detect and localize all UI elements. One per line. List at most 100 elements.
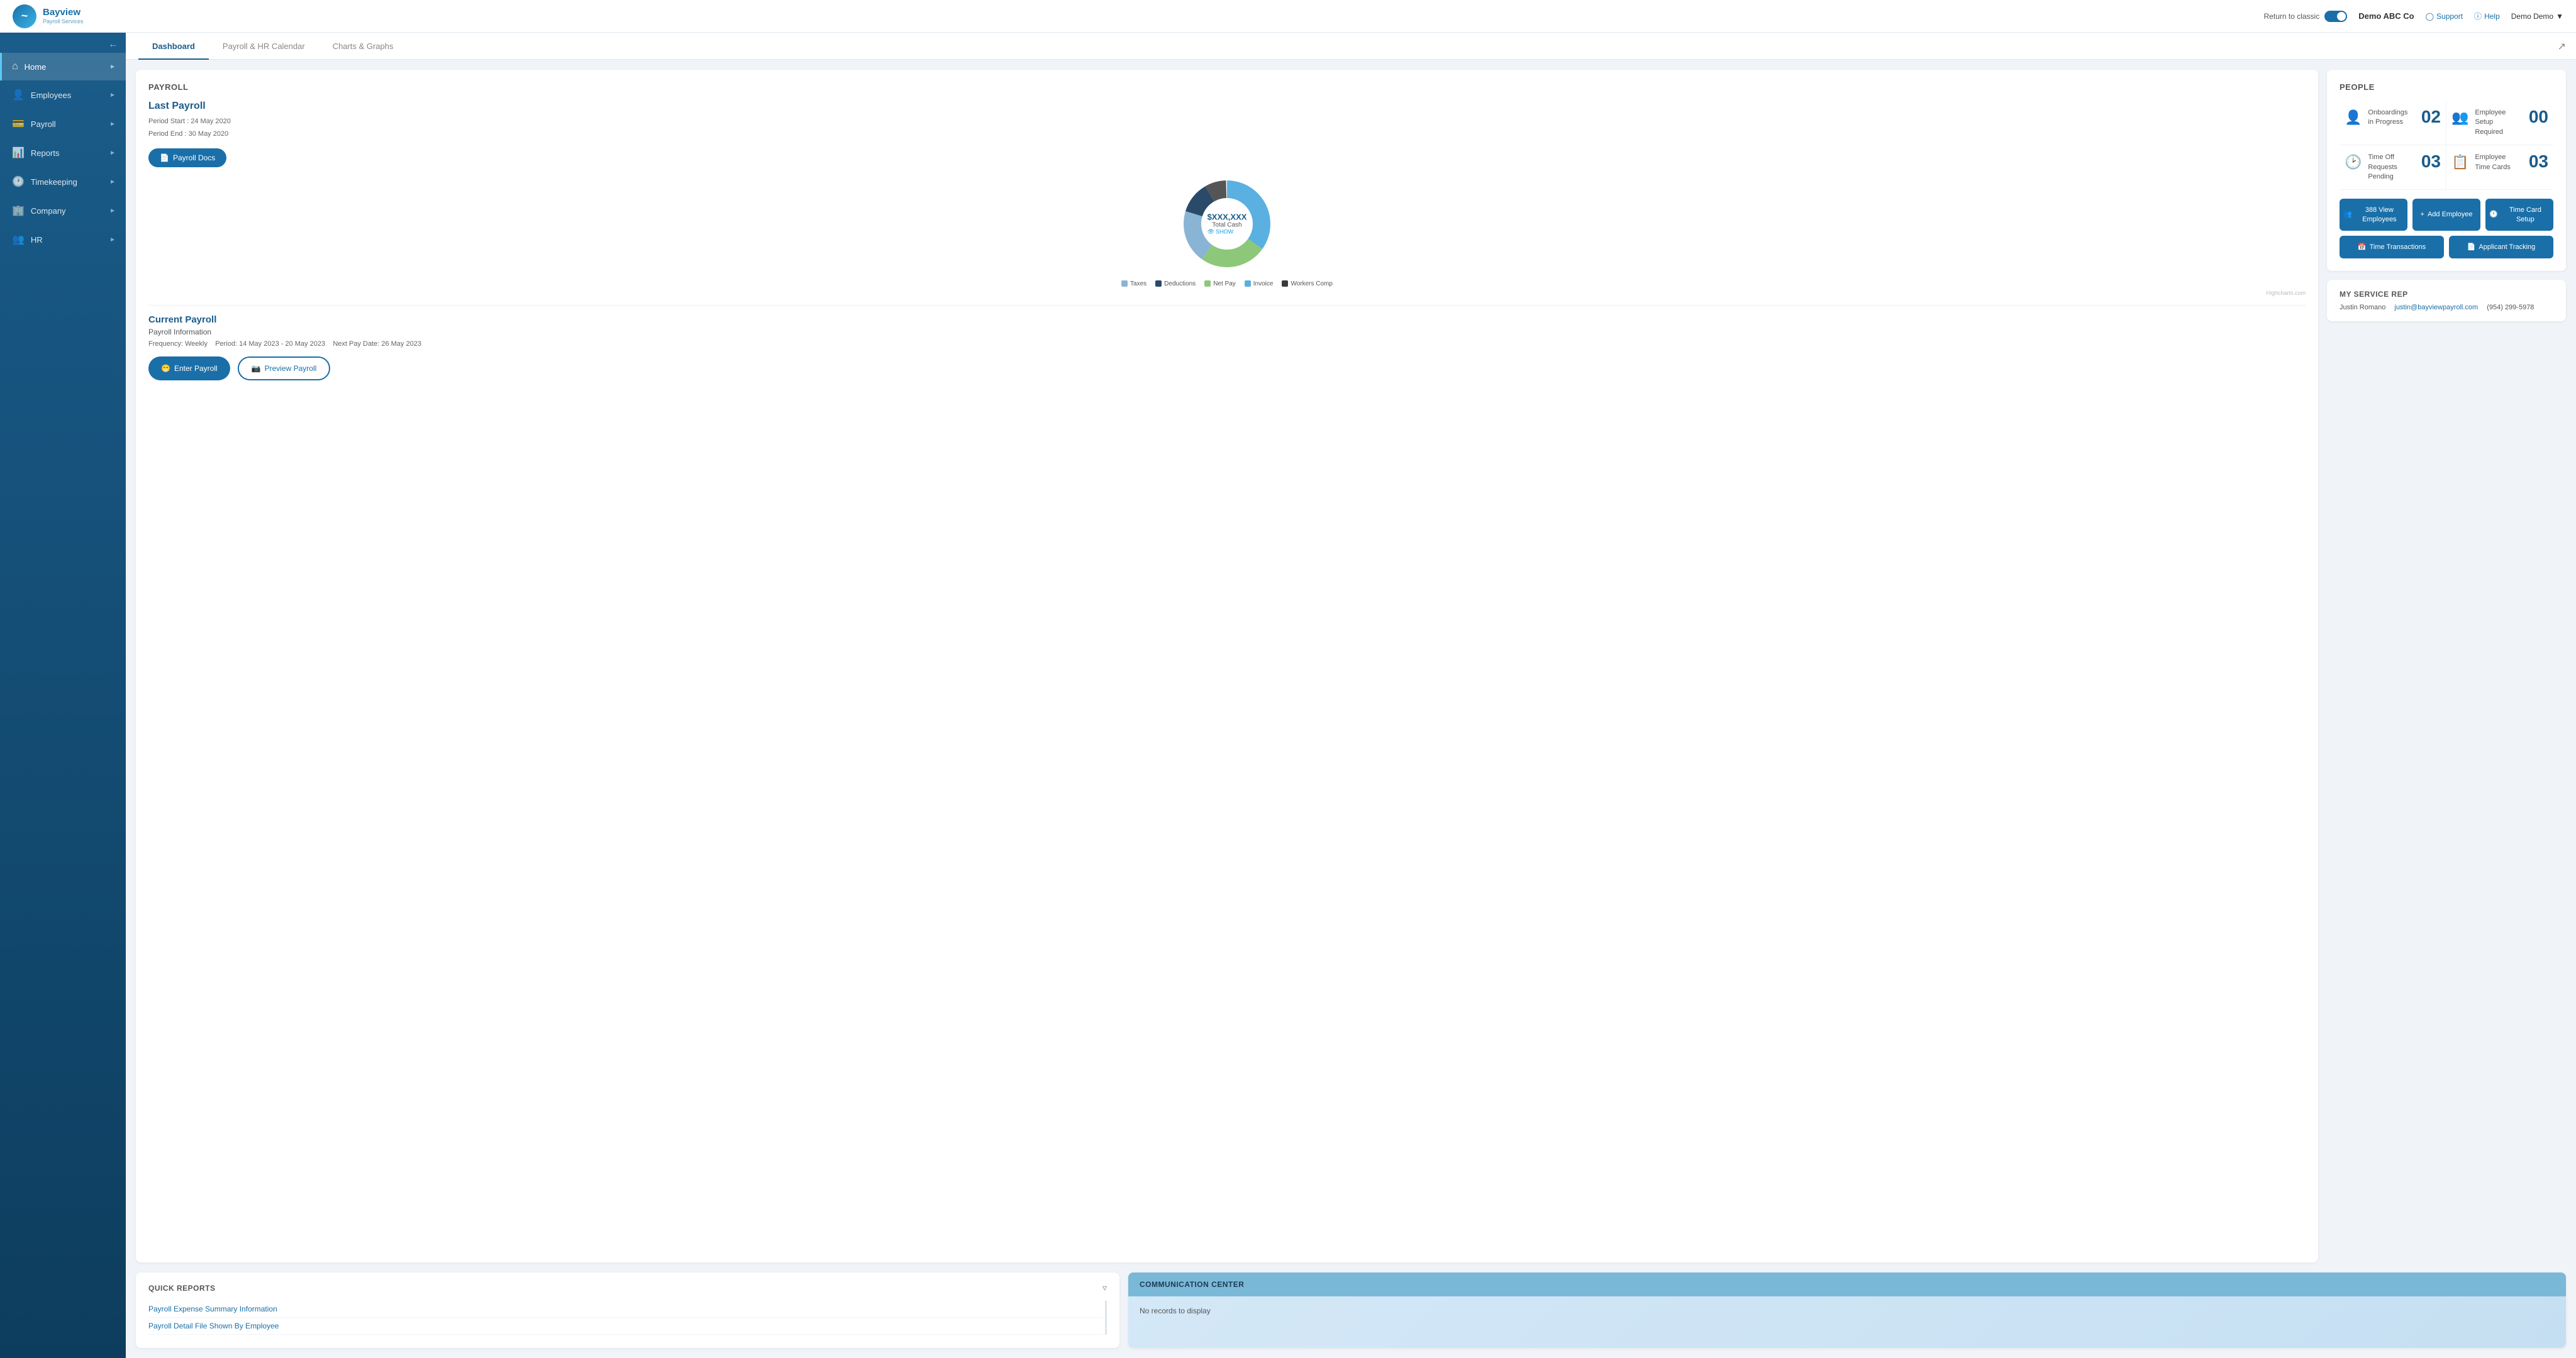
chart-legend: Taxes Deductions Net Pay Invoice: [148, 280, 2306, 287]
taxes-color: [1121, 280, 1128, 287]
tab-dashboard[interactable]: Dashboard: [138, 33, 209, 60]
current-payroll-title: Current Payroll: [148, 314, 2306, 325]
sidebar-collapse-area: ←: [0, 33, 126, 53]
payroll-docs-button[interactable]: 📄 Payroll Docs: [148, 148, 226, 167]
timekeeping-chevron-icon: ►: [109, 179, 116, 185]
time-cards-value: 03: [2529, 153, 2548, 170]
payroll-section-title: PAYROLL: [148, 82, 2306, 92]
time-card-setup-label: Time Card Setup: [2501, 206, 2550, 224]
content-area: Dashboard Payroll & HR Calendar Charts &…: [126, 33, 2576, 1358]
preview-payroll-icon: 📷: [252, 364, 261, 373]
sidebar-item-payroll[interactable]: 💳 Payroll ►: [0, 109, 126, 138]
right-panel: PEOPLE 👤 Onboardings in Progress 02 👥: [2327, 70, 2566, 1262]
sidebar-item-hr[interactable]: 👥 HR ►: [0, 225, 126, 254]
sidebar: ← ⌂ Home ► 👤 Employees ► 💳 Payroll ►: [0, 33, 126, 1358]
comm-center-section: COMMUNICATION CENTER No records to displ…: [1128, 1272, 2566, 1348]
legend-deductions: Deductions: [1155, 280, 1196, 287]
expand-button[interactable]: ↗: [2558, 40, 2566, 53]
sidebar-collapse-button[interactable]: ←: [108, 39, 118, 50]
tab-payroll-hr-calendar[interactable]: Payroll & HR Calendar: [209, 33, 319, 60]
deductions-color: [1155, 280, 1162, 287]
last-payroll-title: Last Payroll: [148, 101, 2306, 112]
donut-show[interactable]: 👁 SHOW: [1208, 228, 1247, 235]
onboardings-value: 02: [2421, 108, 2441, 126]
add-employee-icon: +: [2421, 210, 2424, 219]
time-transactions-button[interactable]: 📅 Time Transactions: [2340, 236, 2444, 258]
time-card-setup-button[interactable]: 🕐 Time Card Setup: [2485, 199, 2553, 231]
quick-report-item-2[interactable]: Payroll Detail File Shown By Employee: [148, 1318, 1102, 1335]
hr-icon: 👥: [12, 233, 25, 246]
sidebar-label-employees: Employees: [31, 91, 71, 100]
time-off-label: Time Off Requests Pending: [2368, 153, 2414, 182]
employee-setup-icon: 👥: [2451, 109, 2468, 126]
support-icon: ◯: [2426, 12, 2434, 21]
highcharts-credit: Highcharts.com: [148, 290, 2306, 296]
company-name: Demo ABC Co: [2358, 11, 2414, 21]
employees-icon: 👤: [12, 89, 25, 101]
sidebar-item-reports[interactable]: 📊 Reports ►: [0, 138, 126, 167]
payroll-section: PAYROLL Last Payroll Period Start : 24 M…: [136, 70, 2318, 1262]
view-employees-button[interactable]: 👥 388 View Employees: [2340, 199, 2407, 231]
period-value: Period: 14 May 2023 - 20 May 2023: [215, 340, 325, 348]
filter-icon[interactable]: ▿: [1102, 1283, 1107, 1293]
sidebar-label-hr: HR: [31, 235, 43, 245]
reports-chevron-icon: ►: [109, 150, 116, 157]
invoice-label: Invoice: [1253, 280, 1274, 287]
sidebar-label-timekeeping: Timekeeping: [31, 177, 77, 187]
payroll-docs-icon: 📄: [160, 153, 169, 162]
stat-employee-setup: 👥 Employee Setup Required 00: [2446, 101, 2553, 145]
employees-chevron-icon: ►: [109, 92, 116, 99]
sidebar-item-company[interactable]: 🏢 Company ►: [0, 196, 126, 225]
sidebar-label-company: Company: [31, 206, 66, 216]
onboardings-label: Onboardings in Progress: [2368, 108, 2414, 128]
company-chevron-icon: ►: [109, 207, 116, 214]
scroll-content: PAYROLL Last Payroll Period Start : 24 M…: [126, 60, 2576, 1272]
add-employee-button[interactable]: + Add Employee: [2412, 199, 2480, 231]
sidebar-item-employees[interactable]: 👤 Employees ►: [0, 80, 126, 109]
preview-payroll-button[interactable]: 📷 Preview Payroll: [238, 356, 331, 380]
logo-brand-name: Bayview: [43, 8, 84, 18]
employee-setup-value: 00: [2529, 108, 2548, 126]
eye-icon: 👁: [1208, 228, 1214, 235]
service-rep-email[interactable]: justin@bayviewpayroll.com: [2394, 304, 2478, 311]
applicant-tracking-label: Applicant Tracking: [2479, 243, 2535, 251]
service-rep-section: MY SERVICE REP Justin Romano justin@bayv…: [2327, 280, 2566, 321]
legend-invoice: Invoice: [1245, 280, 1274, 287]
company-icon: 🏢: [12, 204, 25, 217]
enter-payroll-icon: 😁: [161, 364, 170, 373]
top-header: ~ Bayview Payroll Services Return to cla…: [0, 0, 2576, 33]
payroll-actions: 😁 Enter Payroll 📷 Preview Payroll: [148, 356, 2306, 380]
invoice-color: [1245, 280, 1251, 287]
donut-amount: $XXX,XXX: [1208, 212, 1247, 221]
workers-comp-color: [1282, 280, 1288, 287]
chart-area: $XXX,XXX Total Cash 👁 SHOW: [148, 174, 2306, 274]
people-buttons-row1: 👥 388 View Employees + Add Employee 🕐 Ti…: [2340, 199, 2553, 231]
main-layout: ← ⌂ Home ► 👤 Employees ► 💳 Payroll ►: [0, 33, 2576, 1358]
classic-toggle[interactable]: [2324, 11, 2347, 22]
legend-workers-comp: Workers Comp: [1282, 280, 1333, 287]
support-link[interactable]: ◯ Support: [2426, 12, 2463, 21]
stat-onboardings: 👤 Onboardings in Progress 02: [2340, 101, 2446, 145]
header-right: Return to classic Demo ABC Co ◯ Support …: [2264, 11, 2563, 22]
enter-payroll-button[interactable]: 😁 Enter Payroll: [148, 356, 230, 380]
legend-net-pay: Net Pay: [1204, 280, 1236, 287]
quick-report-item-1[interactable]: Payroll Expense Summary Information: [148, 1301, 1102, 1318]
enter-payroll-label: Enter Payroll: [174, 364, 218, 373]
home-icon: ⌂: [12, 61, 18, 72]
service-rep-name: Justin Romano: [2340, 304, 2385, 311]
time-off-value: 03: [2421, 153, 2441, 170]
deductions-label: Deductions: [1164, 280, 1196, 287]
quick-reports-list: Payroll Expense Summary Information Payr…: [148, 1301, 1107, 1335]
view-employees-label: 388 View Employees: [2355, 206, 2404, 224]
time-off-icon: 🕑: [2345, 154, 2362, 170]
net-pay-label: Net Pay: [1213, 280, 1236, 287]
reports-icon: 📊: [12, 146, 25, 159]
sidebar-item-home[interactable]: ⌂ Home ►: [0, 53, 126, 80]
user-menu[interactable]: Demo Demo ▼: [2511, 12, 2563, 21]
time-cards-icon: 📋: [2451, 154, 2468, 170]
applicant-tracking-button[interactable]: 📄 Applicant Tracking: [2449, 236, 2553, 258]
help-link[interactable]: ⓘ Help: [2474, 11, 2500, 21]
sidebar-item-timekeeping[interactable]: 🕐 Timekeeping ►: [0, 167, 126, 196]
tab-charts-graphs[interactable]: Charts & Graphs: [319, 33, 408, 60]
comm-center-empty-message: No records to display: [1140, 1306, 1211, 1315]
